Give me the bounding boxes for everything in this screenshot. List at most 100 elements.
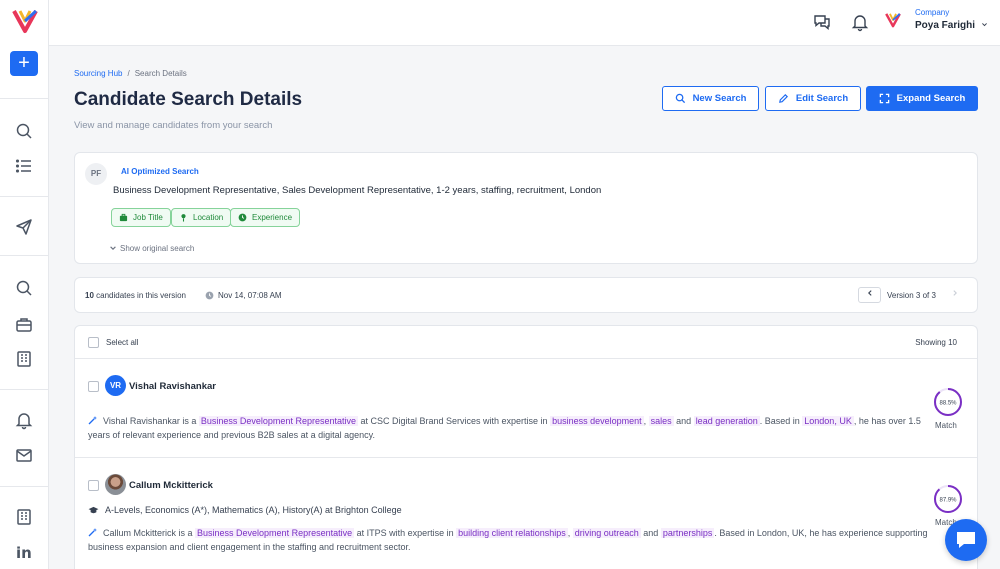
candidate-name[interactable]: Callum Mckitterick [129, 480, 213, 491]
next-version-button[interactable] [951, 289, 959, 300]
chip-experience[interactable]: Experience [230, 208, 301, 227]
bell-icon[interactable] [14, 410, 34, 430]
expand-search-button[interactable]: Expand Search [866, 86, 978, 111]
candidate-checkbox[interactable] [88, 480, 99, 491]
edit-search-button[interactable]: Edit Search [765, 86, 861, 111]
show-original-label: Show original search [120, 244, 195, 253]
chip-job-title[interactable]: Job Title [111, 208, 171, 227]
summary-segment: , [643, 416, 649, 426]
graduation-cap-icon [88, 506, 99, 513]
new-search-label: New Search [692, 93, 747, 104]
breadcrumb-current: Search Details [134, 69, 187, 78]
highlighted-keyword: London, UK [802, 416, 854, 426]
highlighted-keyword: Business Development Representative [195, 528, 355, 538]
summary-segment: at CSC Digital Brand Services with exper… [357, 416, 551, 426]
top-bar: Company Poya Farighi [49, 0, 1000, 46]
sidebar-divider [0, 196, 49, 197]
app-logo[interactable] [12, 8, 38, 34]
match-percent: 88.5% [939, 401, 957, 407]
avatar: PF [85, 163, 107, 185]
search-icon[interactable] [14, 278, 34, 298]
new-search-button[interactable]: New Search [662, 86, 759, 111]
mail-icon[interactable] [14, 445, 34, 465]
summary-text: Callum Mckitterick is a Business Develop… [88, 528, 928, 552]
breadcrumb: Sourcing Hub / Search Details [74, 69, 187, 78]
summary-segment: , [567, 528, 573, 538]
candidate-summary: Vishal Ravishankar is a Business Develop… [88, 414, 928, 442]
linkedin-icon[interactable]: in [16, 544, 32, 562]
previous-version-button[interactable] [858, 287, 881, 303]
chat-icon [957, 532, 975, 548]
clock-icon [238, 213, 247, 222]
briefcase-icon [119, 213, 128, 222]
sidebar-divider [0, 389, 49, 390]
candidate-row[interactable]: VR Vishal Ravishankar Vishal Ravishankar… [75, 360, 977, 458]
company-label: Company [915, 8, 950, 17]
highlighted-keyword: driving outreach [572, 528, 641, 538]
highlighted-keyword: business development [550, 416, 644, 426]
showing-count: Showing 10 [915, 338, 957, 347]
candidate-name[interactable]: Vishal Ravishankar [129, 381, 216, 392]
sparkle-icon [88, 528, 97, 537]
expand-icon [879, 93, 889, 104]
breadcrumb-separator: / [127, 69, 130, 78]
list-icon[interactable] [14, 156, 34, 176]
candidate-row[interactable]: Callum Mckitterick A-Levels, Economics (… [75, 459, 977, 569]
candidate-summary: Callum Mckitterick is a Business Develop… [88, 526, 928, 554]
sparkle-icon [88, 416, 97, 425]
highlighted-keyword: lead generation [693, 416, 760, 426]
search-details-card: PF AI Optimized Search Business Developm… [74, 152, 978, 264]
edit-search-label: Edit Search [795, 93, 849, 104]
search-icon[interactable] [14, 121, 34, 141]
match-score-ring: 88.5% [934, 388, 962, 416]
highlighted-keyword: building client relationships [456, 528, 568, 538]
summary-segment: at ITPS with expertise in [354, 528, 457, 538]
select-all-row: Select all Showing 10 [75, 326, 977, 359]
highlighted-keyword: Business Development Representative [198, 416, 358, 426]
company-switcher[interactable]: Poya Farighi [915, 20, 988, 31]
chip-label: Location [193, 213, 224, 222]
chevron-down-icon [110, 246, 116, 250]
version-label: Version 3 of 3 [887, 291, 936, 300]
select-all-checkbox[interactable] [88, 337, 99, 348]
chevron-down-icon [981, 23, 987, 27]
candidate-count: 10 candidates in this version [85, 291, 186, 300]
support-chat-button[interactable] [945, 519, 987, 561]
education-text: A-Levels, Economics (A*), Mathematics (A… [105, 505, 402, 515]
summary-segment: Vishal Ravishankar is a [103, 416, 199, 426]
highlighted-keyword: sales [648, 416, 674, 426]
pencil-icon [778, 93, 788, 103]
select-all-label: Select all [106, 338, 139, 347]
candidate-checkbox[interactable] [88, 381, 99, 392]
summary-segment: and [640, 528, 661, 538]
match-score-ring: 87.9% [934, 485, 962, 513]
highlighted-keyword: partnerships [660, 528, 715, 538]
chat-icon[interactable] [812, 12, 832, 32]
search-query: Business Development Representative, Sal… [113, 185, 602, 196]
sidebar-divider [0, 98, 49, 99]
briefcase-icon[interactable] [14, 315, 34, 335]
building-icon[interactable] [14, 349, 34, 369]
show-original-search-toggle[interactable]: Show original search [109, 244, 194, 253]
chip-location[interactable]: Location [171, 208, 232, 227]
expand-search-label: Expand Search [896, 93, 966, 104]
page-subtitle: View and manage candidates from your sea… [74, 120, 273, 131]
chip-label: Job Title [133, 213, 163, 222]
send-icon[interactable] [14, 217, 34, 237]
pin-icon [181, 214, 186, 222]
version-bar: 10 candidates in this version Nov 14, 07… [74, 277, 978, 313]
timestamp-text: Nov 14, 07:08 AM [218, 291, 282, 300]
company-name: Poya Farighi [915, 20, 976, 31]
building-icon[interactable] [14, 507, 34, 527]
search-icon [675, 93, 685, 104]
add-button[interactable]: + [10, 51, 38, 76]
summary-segment: Callum Mckitterick is a [103, 528, 196, 538]
breadcrumb-link-sourcing-hub[interactable]: Sourcing Hub [74, 69, 122, 78]
bell-icon[interactable] [850, 12, 870, 32]
chip-label: Experience [252, 213, 293, 222]
match-percent: 87.9% [939, 498, 957, 504]
candidate-count-value: 10 [85, 291, 94, 300]
sidebar-divider [0, 486, 49, 487]
search-timestamp: Nov 14, 07:08 AM [205, 291, 282, 300]
results-list: Select all Showing 10 VR Vishal Ravishan… [74, 325, 978, 569]
